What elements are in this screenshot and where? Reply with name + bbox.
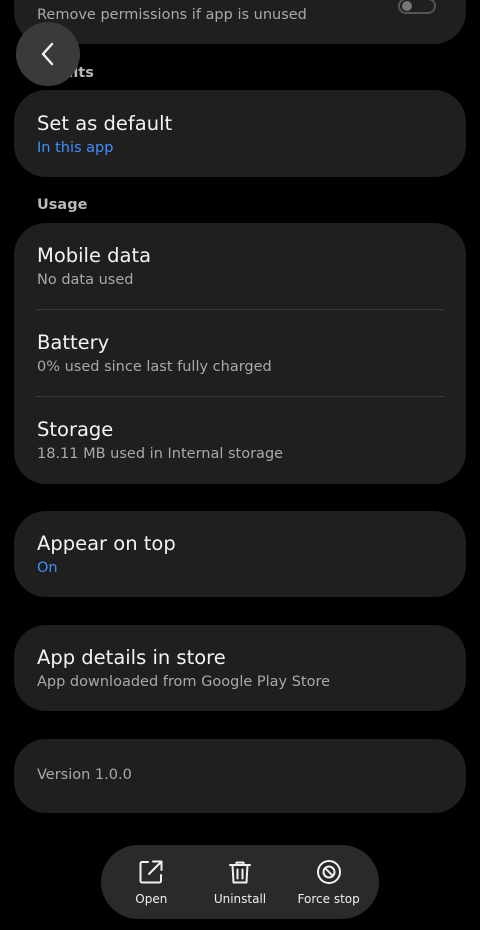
set-as-default-title: Set as default (37, 112, 173, 135)
unused-app-permissions-toggle[interactable] (398, 0, 436, 14)
battery-subtitle: 0% used since last fully charged (37, 359, 272, 375)
app-details-in-store-card[interactable]: App details in store App downloaded from… (14, 625, 466, 711)
storage-subtitle: 18.11 MB used in Internal storage (37, 446, 284, 462)
battery-title: Battery (37, 331, 110, 354)
mobile-data-row[interactable]: Mobile data No data used (14, 223, 466, 310)
version-card: Version 1.0.0 (14, 739, 466, 813)
app-details-in-store-title: App details in store (37, 646, 226, 669)
usage-section-label: Usage (37, 197, 88, 213)
unused-app-permissions-subtitle: Remove permissions if app is unused (37, 7, 307, 23)
chevron-left-icon (41, 42, 54, 66)
usage-card: Mobile data No data used Battery 0% used… (14, 223, 466, 484)
appear-on-top-card[interactable]: Appear on top On (14, 511, 466, 597)
app-details-in-store-subtitle: App downloaded from Google Play Store (37, 674, 331, 690)
toggle-knob (402, 1, 412, 11)
block-icon (316, 860, 341, 884)
bottom-action-bar: Open Uninstall Force stop (101, 845, 379, 919)
storage-row[interactable]: Storage 18.11 MB used in Internal storag… (14, 397, 466, 484)
set-as-default-subtitle: In this app (37, 140, 114, 156)
set-as-default-row[interactable]: Set as default In this app (14, 90, 466, 177)
back-button[interactable] (16, 22, 80, 86)
appear-on-top-title: Appear on top (37, 532, 176, 555)
appear-on-top-subtitle: On (37, 560, 58, 576)
force-stop-label: Force stop (297, 892, 360, 906)
mobile-data-subtitle: No data used (37, 272, 134, 288)
trash-icon (228, 861, 251, 884)
set-as-default-card[interactable]: Set as default In this app (14, 90, 466, 177)
app-details-in-store-row[interactable]: App details in store App downloaded from… (14, 625, 466, 711)
mobile-data-title: Mobile data (37, 244, 152, 267)
open-label: Open (135, 892, 168, 906)
uninstall-button[interactable]: Uninstall (198, 858, 282, 906)
open-external-icon (139, 860, 163, 884)
unused-app-permissions-card[interactable]: Remove permissions if app is unused (14, 0, 466, 44)
force-stop-button[interactable]: Force stop (287, 858, 371, 906)
battery-row[interactable]: Battery 0% used since last fully charged (14, 310, 466, 397)
uninstall-label: Uninstall (213, 892, 267, 906)
appear-on-top-row[interactable]: Appear on top On (14, 511, 466, 597)
storage-title: Storage (37, 418, 114, 441)
version-text: Version 1.0.0 (37, 767, 132, 783)
open-button[interactable]: Open (109, 858, 193, 906)
